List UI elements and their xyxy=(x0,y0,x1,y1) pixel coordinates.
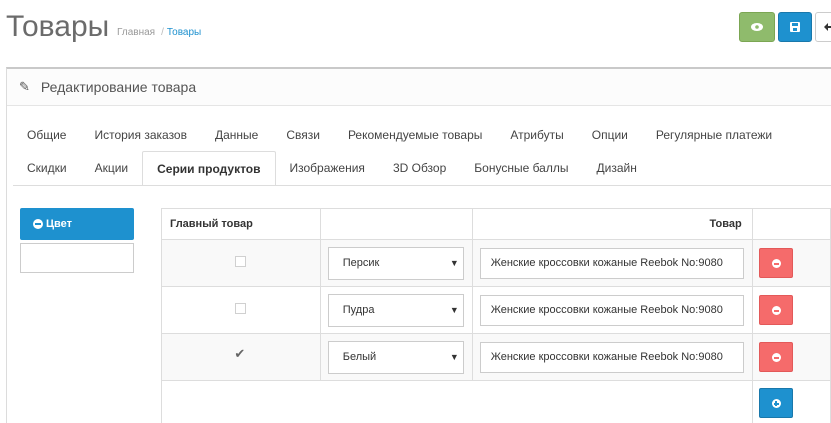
add-row-button[interactable] xyxy=(758,388,793,418)
tab-data[interactable]: Данные xyxy=(201,128,272,142)
header-actions xyxy=(751,208,831,240)
minus-circle-icon xyxy=(33,219,43,229)
color-button-label: Цвет xyxy=(46,218,73,230)
caret-down-icon: ▼ xyxy=(449,351,459,362)
tab-design[interactable]: Дизайн xyxy=(582,151,650,186)
color-cell: Пудра ▼ xyxy=(319,286,473,334)
main-product-checkbox[interactable] xyxy=(235,303,247,314)
breadcrumb-home[interactable]: Главная xyxy=(117,27,155,38)
remove-row-button[interactable] xyxy=(758,342,793,372)
actions-cell xyxy=(751,239,831,287)
product-cell: Женские кроссовки кожаные Reebok No:9080 xyxy=(471,333,753,381)
main-product-cell xyxy=(161,239,321,287)
product-cell: Женские кроссовки кожаные Reebok No:9080 xyxy=(471,286,753,334)
tab-general[interactable]: Общие xyxy=(13,128,80,142)
tab-discounts[interactable]: Скидки xyxy=(13,151,81,186)
color-button[interactable]: Цвет xyxy=(20,208,134,240)
tab-images[interactable]: Изображения xyxy=(276,151,379,186)
plus-circle-icon xyxy=(771,399,781,408)
tab-attributes[interactable]: Атрибуты xyxy=(496,128,577,142)
minus-circle-icon xyxy=(771,306,781,315)
main-product-checkbox[interactable] xyxy=(235,256,247,267)
color-select-value: Персик xyxy=(342,256,380,269)
breadcrumb-current[interactable]: Товары xyxy=(167,27,201,38)
color-select-value: Пудра xyxy=(342,303,375,316)
footer-empty-cell xyxy=(161,380,753,423)
table-header-row: Главный товар Товар xyxy=(161,208,831,240)
remove-row-button[interactable] xyxy=(758,295,793,325)
page-title: Товары xyxy=(6,10,110,43)
tab-product-series[interactable]: Серии продуктов xyxy=(142,151,276,186)
table-footer-row xyxy=(161,380,831,423)
caret-down-icon: ▼ xyxy=(449,257,459,268)
tab-recurring[interactable]: Регулярные платежи xyxy=(642,128,786,142)
product-input[interactable]: Женские кроссовки кожаные Reebok No:9080 xyxy=(479,294,744,326)
header-main-product: Главный товар xyxy=(161,208,321,240)
breadcrumb-separator: / xyxy=(161,27,164,38)
product-series-table: Главный товар Товар Персик ▼ Женские крос… xyxy=(161,208,831,423)
view-button[interactable] xyxy=(739,12,775,42)
caret-down-icon: ▼ xyxy=(449,304,459,315)
main-product-checkbox[interactable] xyxy=(234,346,246,362)
color-input[interactable] xyxy=(20,243,134,273)
tab-reward-points[interactable]: Бонусные баллы xyxy=(460,151,582,186)
save-icon xyxy=(790,22,800,32)
header-color xyxy=(319,208,473,240)
actions-cell xyxy=(751,333,831,381)
save-button[interactable] xyxy=(778,12,812,42)
pencil-icon: ✎ xyxy=(19,79,30,94)
back-arrow-icon xyxy=(824,23,831,31)
product-cell: Женские кроссовки кожаные Reebok No:9080 xyxy=(471,239,753,287)
add-cell xyxy=(751,380,831,423)
table-row: Персик ▼ Женские кроссовки кожаные Reebok… xyxy=(161,239,831,287)
breadcrumb: Главная / Товары xyxy=(117,27,201,38)
color-select[interactable]: Персик ▼ xyxy=(327,246,464,280)
header-product: Товар xyxy=(471,208,753,240)
color-select[interactable]: Пудра ▼ xyxy=(327,293,464,327)
tabs-divider xyxy=(13,185,831,186)
tab-order-history[interactable]: История заказов xyxy=(80,128,201,142)
tab-specials[interactable]: Акции xyxy=(81,151,143,186)
main-product-cell xyxy=(161,333,321,381)
actions-cell xyxy=(751,286,831,334)
main-product-cell xyxy=(161,286,321,334)
page: Товары Главная / Товары ✎ Редактирование т… xyxy=(0,0,831,423)
tabs-row-2: Скидки Акции Серии продуктов Изображения… xyxy=(13,151,651,186)
tab-options[interactable]: Опции xyxy=(578,128,642,142)
table-row: Пудра ▼ Женские кроссовки кожаные Reebok … xyxy=(161,286,831,334)
back-button[interactable] xyxy=(815,12,831,42)
remove-row-button[interactable] xyxy=(758,248,793,278)
minus-circle-icon xyxy=(771,259,781,268)
color-select-value: Белый xyxy=(342,350,377,363)
color-select[interactable]: Белый ▼ xyxy=(327,340,464,374)
tab-recommended[interactable]: Рекомендуемые товары xyxy=(334,128,496,142)
product-input[interactable]: Женские кроссовки кожаные Reebok No:9080 xyxy=(479,247,744,279)
color-cell: Белый ▼ xyxy=(319,333,473,381)
color-cell: Персик ▼ xyxy=(319,239,473,287)
tabs-row-1: Общие История заказов Данные Связи Реком… xyxy=(13,128,786,142)
product-input[interactable]: Женские кроссовки кожаные Reebok No:9080 xyxy=(479,341,744,373)
panel-heading-title: Редактирование товара xyxy=(40,79,197,95)
table-row: Белый ▼ Женские кроссовки кожаные Reebok … xyxy=(161,333,831,381)
tab-3d-view[interactable]: 3D Обзор xyxy=(379,151,460,186)
panel-heading: ✎ Редактирование товара xyxy=(7,69,831,106)
tab-links[interactable]: Связи xyxy=(272,128,334,142)
minus-circle-icon xyxy=(771,353,781,362)
eye-icon xyxy=(751,23,763,31)
